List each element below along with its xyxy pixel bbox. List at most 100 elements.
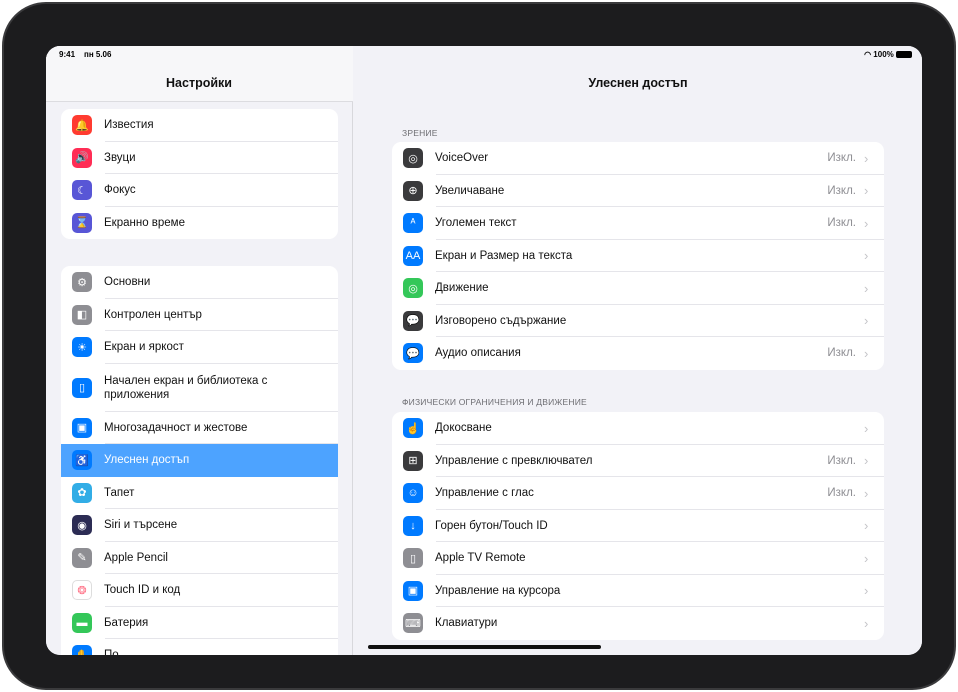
text-size-icon: AA xyxy=(403,245,423,266)
row-label: Apple Pencil xyxy=(104,551,168,564)
settings-row[interactable]: 💬 Изговорено съдържание › xyxy=(392,305,884,338)
sidebar-item[interactable]: 🔔 Известия xyxy=(61,109,338,142)
wifi-icon: ◠ xyxy=(864,50,874,59)
row-label: Звуци xyxy=(104,151,136,164)
sidebar-item[interactable]: ✎ Apple Pencil xyxy=(61,542,338,575)
sidebar-item[interactable]: ✋ По xyxy=(61,639,338,655)
sidebar-item[interactable]: 🔊 Звуци xyxy=(61,142,338,175)
chevron-right-icon: › xyxy=(864,345,869,361)
settings-row[interactable]: ⊞ Управление с превключвател Изкл. › xyxy=(392,445,884,478)
status-time: 9:41 xyxy=(59,50,76,59)
sidebar-item[interactable]: ♿ Улеснен достъп xyxy=(61,444,338,477)
row-label: Управление с глас xyxy=(435,487,534,500)
settings-row[interactable]: ⌨ Клавиатури › xyxy=(392,607,884,640)
vision-group: ◎ VoiceOver Изкл. › ⊕ Увеличаване Изкл. › ᴬ Уголе… xyxy=(392,142,884,370)
settings-row[interactable]: ▣ Управление на курсора › xyxy=(392,575,884,608)
status-battery: ◠ 100% xyxy=(864,50,912,59)
voice-control-icon: ☺ xyxy=(403,483,423,504)
sidebar-item[interactable]: ◉ Siri и търсене xyxy=(61,509,338,542)
row-label: Многозадачност и жестове xyxy=(104,421,248,434)
row-label: Управление на курсора xyxy=(435,584,561,597)
settings-row[interactable]: ᴬ Уголемен текст Изкл. › xyxy=(392,207,884,240)
row-label: VoiceOver xyxy=(435,152,489,165)
motion-icon: ◎ xyxy=(403,278,423,299)
sidebar-item[interactable]: ⚙ Основни xyxy=(61,266,338,299)
row-label: Екран и яркост xyxy=(104,341,184,354)
sun-icon: ☀ xyxy=(72,337,92,358)
row-label: Управление с превключвател xyxy=(435,454,593,467)
sidebar-group-2: ⚙ Основни ◧ Контролен център ☀ Екран и яркост… xyxy=(61,266,338,655)
row-label: По xyxy=(104,649,338,655)
chevron-right-icon: › xyxy=(864,280,869,296)
settings-row[interactable]: 💬 Аудио описания Изкл. › xyxy=(392,337,884,370)
sidebar-item[interactable]: ☀ Екран и яркост xyxy=(61,331,338,364)
settings-row[interactable]: ⊕ Увеличаване Изкл. › xyxy=(392,175,884,208)
row-label: Apple TV Remote xyxy=(435,552,526,565)
row-label: Siri и търсене xyxy=(104,519,178,532)
settings-row[interactable]: ▯ Apple TV Remote › xyxy=(392,542,884,575)
sidebar-item[interactable]: ✿ Тапет xyxy=(61,477,338,510)
bell-icon: 🔔 xyxy=(72,115,92,136)
sidebar-item[interactable]: ◧ Контролен център xyxy=(61,299,338,332)
row-label: Докосване xyxy=(435,422,492,435)
status-date: пн 5.06 xyxy=(84,50,112,59)
chevron-right-icon: › xyxy=(864,518,869,534)
chevron-right-icon: › xyxy=(864,215,869,231)
row-value: Изкл. xyxy=(827,487,856,500)
sidebar-item[interactable]: ▯ Начален екран и библиотека с приложения xyxy=(61,364,338,412)
row-label: Основни xyxy=(104,276,151,289)
sidebar-item[interactable]: ▬ Батерия xyxy=(61,607,338,640)
row-label: Екранно време xyxy=(104,216,185,229)
chevron-right-icon: › xyxy=(864,150,869,166)
row-label: Клавиатури xyxy=(435,617,498,630)
settings-row[interactable]: AA Екран и Размер на текста › xyxy=(392,240,884,273)
hand-icon: ✋ xyxy=(72,645,92,655)
settings-row[interactable]: ☝ Докосване › xyxy=(392,412,884,445)
remote-icon: ▯ xyxy=(403,548,423,569)
row-value: Изкл. xyxy=(827,152,856,165)
pencil-icon: ✎ xyxy=(72,547,92,568)
row-label: Изговорено съдържание xyxy=(435,314,567,327)
sidebar-title: Настройки xyxy=(166,76,232,90)
keyboard-icon: ⌨ xyxy=(403,613,423,634)
audio-description-icon: 💬 xyxy=(403,343,423,364)
physical-group: ☝ Докосване › ⊞ Управление с превключвател Из… xyxy=(392,412,884,640)
ipad-frame: 9:41 пн 5.06 Настройки 🔔 Известия 🔊 Звуци ☾ Ф… xyxy=(2,2,956,690)
home-indicator[interactable] xyxy=(368,645,601,649)
spoken-content-icon: 💬 xyxy=(403,310,423,331)
switch-control-icon: ⊞ xyxy=(403,450,423,471)
row-label: Батерия xyxy=(104,616,149,629)
row-label: Известия xyxy=(104,119,154,132)
multitask-icon: ▣ xyxy=(72,417,92,438)
voiceover-icon: ◎ xyxy=(403,148,423,169)
settings-row[interactable]: ☺ Управление с глас Изкл. › xyxy=(392,477,884,510)
chevron-right-icon: › xyxy=(864,583,869,599)
switches-icon: ◧ xyxy=(72,304,92,325)
row-label: Тапет xyxy=(104,486,135,499)
settings-row[interactable]: ◎ VoiceOver Изкл. › xyxy=(392,142,884,175)
sidebar-item[interactable]: ▣ Многозадачност и жестове xyxy=(61,412,338,445)
chevron-right-icon: › xyxy=(864,183,869,199)
speaker-icon: 🔊 xyxy=(72,147,92,168)
touch-icon: ☝ xyxy=(403,418,423,439)
settings-row[interactable]: ↓ Горен бутон/Touch ID › xyxy=(392,510,884,543)
sidebar-group-1: 🔔 Известия 🔊 Звуци ☾ Фокус ⌛ Екранно време xyxy=(61,109,338,239)
sidebar: 9:41 пн 5.06 Настройки 🔔 Известия 🔊 Звуци ☾ Ф… xyxy=(46,46,353,655)
section-label: ФИЗИЧЕСКИ ОГРАНИЧЕНИЯ И ДВИЖЕНИЕ xyxy=(402,397,587,407)
settings-row[interactable]: ◎ Движение › xyxy=(392,272,884,305)
row-label: Движение xyxy=(435,282,489,295)
section-label: ЗРЕНИЕ xyxy=(402,128,438,138)
chevron-right-icon: › xyxy=(864,248,869,264)
row-label: Контролен център xyxy=(104,308,202,321)
moon-icon: ☾ xyxy=(72,180,92,201)
chevron-right-icon: › xyxy=(864,615,869,631)
battery-icon xyxy=(896,51,912,59)
sidebar-item[interactable]: ☾ Фокус xyxy=(61,174,338,207)
chevron-right-icon: › xyxy=(864,550,869,566)
sidebar-item[interactable]: ❂ Touch ID и код xyxy=(61,574,338,607)
hourglass-icon: ⌛ xyxy=(72,212,92,233)
row-label: Начален екран и библиотека с приложения xyxy=(104,374,268,401)
chevron-right-icon: › xyxy=(864,485,869,501)
home-screen-icon: ▯ xyxy=(72,377,92,398)
sidebar-item[interactable]: ⌛ Екранно време xyxy=(61,207,338,240)
